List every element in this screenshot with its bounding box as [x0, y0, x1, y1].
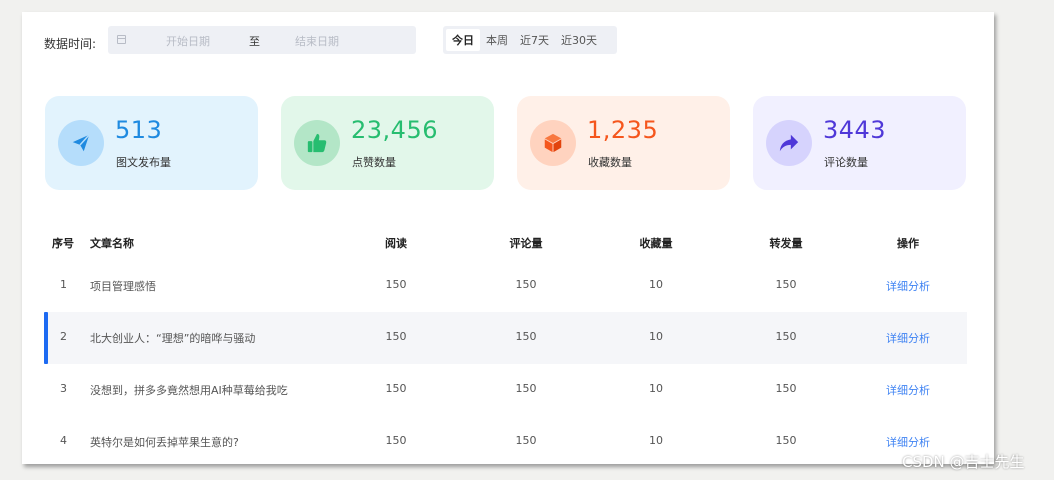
table-row: 1 项目管理感悟 150 150 10 150 详细分析 [22, 260, 945, 312]
row-reads: 150 [385, 382, 407, 395]
row-reads: 150 [385, 278, 407, 291]
detail-analysis-link[interactable]: 详细分析 [878, 278, 938, 294]
row-comments: 150 [515, 330, 537, 343]
start-date-input[interactable]: 开始日期 [166, 33, 210, 49]
column-header-title: 文章名称 [90, 237, 134, 250]
dashboard-panel: 数据时间: 开始日期 至 结束日期 今日 本周 近7天 近30天 513 图文发… [22, 12, 994, 464]
table-row-highlighted: 2 北大创业人：“理想”的暗哗与骚动 150 150 10 150 详细分析 [44, 312, 967, 364]
row-shares: 150 [775, 434, 797, 447]
stat-value: 23,456 [351, 116, 438, 144]
stat-label: 收藏数量 [588, 156, 632, 169]
stat-card-likes: 23,456 点赞数量 [281, 96, 494, 190]
date-range-picker[interactable]: 开始日期 至 结束日期 [108, 26, 416, 54]
stat-value: 3443 [823, 116, 887, 144]
stat-value: 513 [115, 116, 163, 144]
row-favorites: 10 [649, 278, 663, 291]
column-header-index: 序号 [52, 237, 74, 250]
row-favorites: 10 [649, 382, 663, 395]
row-favorites: 10 [649, 434, 663, 447]
date-filter-label: 数据时间: [44, 37, 97, 51]
row-shares: 150 [775, 330, 797, 343]
stat-card-favorites: 1,235 收藏数量 [517, 96, 730, 190]
row-favorites: 10 [649, 330, 663, 343]
quick-range-group: 今日 本周 近7天 近30天 [443, 26, 617, 54]
row-index: 4 [60, 434, 67, 447]
detail-analysis-link[interactable]: 详细分析 [878, 330, 938, 346]
row-reads: 150 [385, 434, 407, 447]
range-today-button[interactable]: 今日 [446, 29, 480, 51]
row-comments: 150 [515, 382, 537, 395]
watermark: CSDN @吉士先生 [902, 453, 1025, 471]
range-7days-button[interactable]: 近7天 [514, 29, 555, 51]
table-row: 3 没想到，拼多多竟然想用AI种草莓给我吃 150 150 10 150 详细分… [22, 364, 945, 416]
row-index: 2 [60, 330, 67, 343]
row-title: 英特尔是如何丢掉苹果生意的? [90, 436, 239, 449]
share-arrow-icon [766, 120, 812, 166]
row-shares: 150 [775, 382, 797, 395]
range-week-button[interactable]: 本周 [480, 29, 514, 51]
thumbs-up-icon [294, 120, 340, 166]
table-row: 4 英特尔是如何丢掉苹果生意的? 150 150 10 150 详细分析 [22, 416, 945, 464]
send-icon [58, 120, 104, 166]
row-comments: 150 [515, 434, 537, 447]
column-header-favorites: 收藏量 [639, 237, 673, 250]
row-reads: 150 [385, 330, 407, 343]
calendar-icon [117, 35, 126, 44]
row-comments: 150 [515, 278, 537, 291]
box-icon [530, 120, 576, 166]
column-header-reads: 阅读 [385, 237, 407, 250]
stat-label: 评论数量 [824, 156, 868, 169]
stat-value: 1,235 [587, 116, 659, 144]
column-header-shares: 转发量 [769, 237, 803, 250]
row-highlight-indicator [44, 312, 48, 364]
row-shares: 150 [775, 278, 797, 291]
end-date-input[interactable]: 结束日期 [295, 33, 339, 49]
row-title: 没想到，拼多多竟然想用AI种草莓给我吃 [90, 384, 288, 397]
detail-analysis-link[interactable]: 详细分析 [878, 434, 938, 450]
stat-card-posts: 513 图文发布量 [45, 96, 258, 190]
stat-card-comments: 3443 评论数量 [753, 96, 966, 190]
column-header-actions: 操作 [897, 237, 919, 250]
column-header-comments: 评论量 [509, 237, 543, 250]
row-index: 3 [60, 382, 67, 395]
date-range-separator: 至 [249, 35, 260, 48]
row-title: 项目管理感悟 [90, 280, 156, 293]
range-30days-button[interactable]: 近30天 [555, 29, 603, 51]
stat-label: 点赞数量 [352, 156, 396, 169]
row-title: 北大创业人：“理想”的暗哗与骚动 [90, 332, 256, 345]
stat-label: 图文发布量 [116, 156, 171, 169]
detail-analysis-link[interactable]: 详细分析 [878, 382, 938, 398]
row-index: 1 [60, 278, 67, 291]
